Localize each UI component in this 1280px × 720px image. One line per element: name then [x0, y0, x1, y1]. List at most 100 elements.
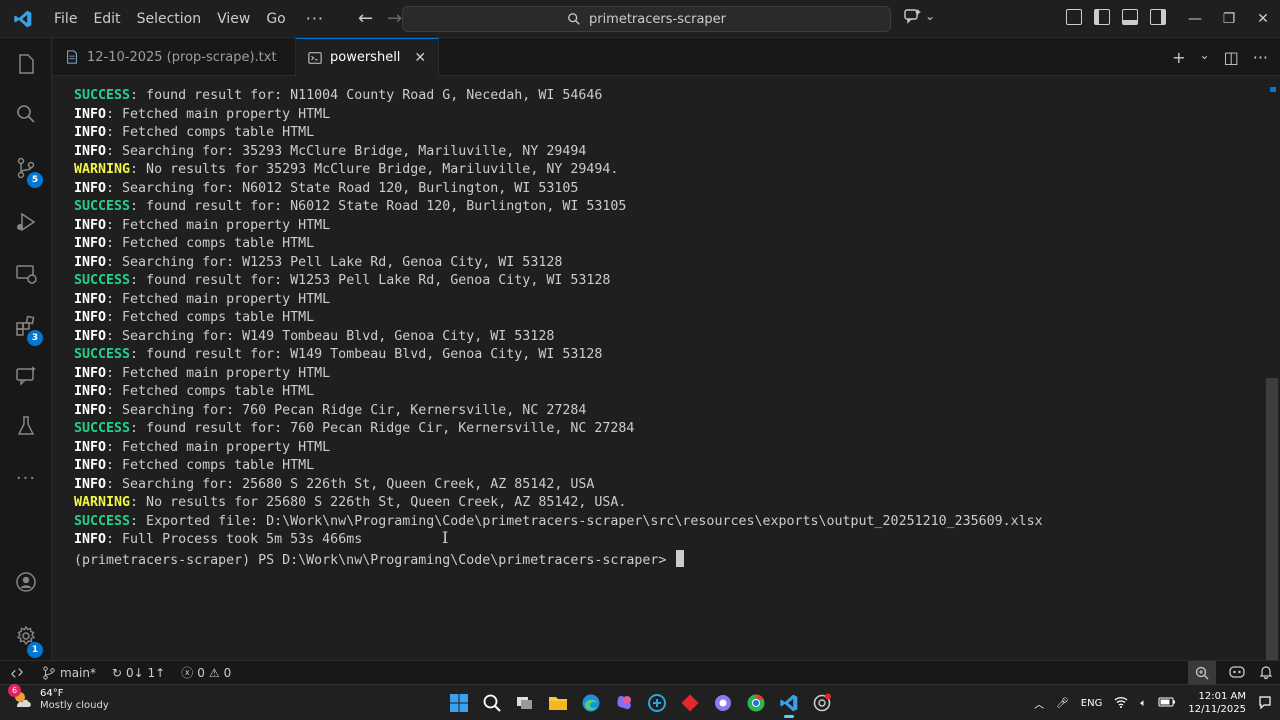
notification-center-icon[interactable] — [1258, 695, 1272, 712]
terminal-line: INFO: Fetched main property HTML — [74, 291, 1265, 310]
weather-temp: 64°F — [40, 688, 64, 699]
zoom-icon[interactable] — [1188, 661, 1216, 685]
chat-icon[interactable] — [0, 352, 52, 400]
log-message: : Fetched main property HTML — [106, 217, 331, 233]
chevron-down-icon: ⌄ — [925, 9, 936, 23]
log-level: INFO — [74, 476, 107, 492]
restore-button[interactable]: ❐ — [1212, 0, 1246, 38]
toggle-secondary-sidebar-icon[interactable] — [1150, 9, 1166, 25]
task-view-icon[interactable] — [513, 689, 537, 717]
customize-layout-icon[interactable] — [1066, 9, 1082, 25]
notifications-bell-icon[interactable] — [1258, 664, 1274, 683]
close-tab-icon[interactable]: ✕ — [414, 50, 426, 66]
vscode-app-icon[interactable] — [777, 689, 801, 718]
tab-powershell[interactable]: powershell ✕ — [296, 38, 440, 76]
copilot-app-icon[interactable] — [612, 689, 636, 717]
command-center-search[interactable]: primetracers-scraper — [402, 6, 891, 32]
edge-browser-icon[interactable] — [579, 689, 603, 717]
postman-app-icon[interactable] — [711, 689, 735, 717]
log-message: : No results for 25680 S 226th St, Queen… — [130, 495, 627, 510]
log-message: : Full Process took 5m 53s 466ms — [106, 532, 363, 547]
terminal-line: INFO: Searching for: 35293 McClure Bridg… — [74, 143, 1265, 162]
minimize-button[interactable]: — — [1178, 0, 1212, 38]
start-button[interactable] — [447, 689, 471, 717]
log-message: : found result for: N6012 State Road 120… — [130, 199, 627, 214]
terminal-icon — [308, 51, 322, 64]
language-indicator[interactable]: ENG — [1081, 698, 1103, 709]
more-actions-icon[interactable]: ··· — [1253, 48, 1268, 67]
microphone-icon[interactable]: 🎤︎ — [1056, 698, 1069, 709]
chrome-browser-icon[interactable] — [744, 689, 768, 717]
extensions-icon[interactable]: 3 — [0, 302, 52, 350]
mouse-text-cursor-icon: I — [442, 528, 449, 547]
more-views-icon[interactable]: ··· — [0, 454, 52, 502]
branch-indicator[interactable]: main* — [34, 661, 104, 685]
warning-count: 0 — [223, 665, 232, 680]
terminal-prompt-line[interactable]: (primetracers-scraper) PS D:\Work\nw\Pro… — [74, 549, 1265, 569]
search-view-icon[interactable] — [0, 90, 52, 138]
back-arrow-icon[interactable]: ← — [358, 8, 373, 29]
toggle-primary-sidebar-icon[interactable] — [1094, 9, 1110, 25]
source-control-badge: 5 — [27, 172, 43, 188]
menu-go[interactable]: Go — [258, 0, 293, 38]
terminal-line: INFO: Fetched main property HTML — [74, 439, 1265, 458]
chevron-down-icon[interactable]: ⌄ — [1200, 48, 1210, 67]
terminal-line: SUCCESS: found result for: W149 Tombeau … — [74, 346, 1265, 365]
toggle-panel-icon[interactable] — [1122, 9, 1138, 25]
terminal-line: SUCCESS: Exported file: D:\Work\nw\Progr… — [74, 513, 1265, 532]
new-terminal-icon[interactable]: + — [1172, 48, 1185, 67]
git-app-icon[interactable] — [678, 689, 702, 717]
terminal-line: INFO: Searching for: 25680 S 226th St, Q… — [74, 476, 1265, 495]
volume-icon[interactable]: 🔈︎ — [1140, 698, 1146, 709]
menu-file[interactable]: File — [46, 0, 85, 38]
log-level: INFO — [74, 402, 107, 418]
forward-arrow-icon[interactable]: → — [387, 8, 402, 29]
terminal-output[interactable]: SUCCESS: found result for: N11004 County… — [53, 77, 1265, 660]
split-editor-icon[interactable]: ◫ — [1224, 48, 1239, 67]
explorer-icon[interactable] — [0, 40, 52, 88]
terminal-line: WARNING: No results for 35293 McClure Br… — [74, 161, 1265, 180]
log-message: : Fetched comps table HTML — [106, 236, 315, 251]
status-bar: main* ↻ 0↓ 1↑ ⓧ 0 ⚠ 0 — [0, 660, 1280, 685]
clock[interactable]: 12:01 AM 12/11/2025 — [1188, 690, 1246, 716]
source-control-icon[interactable]: 5 — [0, 144, 52, 192]
copilot-chat-button[interactable]: ⌄ — [903, 8, 935, 24]
show-hidden-icons-chevron-icon[interactable]: ︿ — [1034, 696, 1044, 711]
menu-more-icon[interactable]: ··· — [294, 9, 336, 28]
battery-icon[interactable] — [1158, 696, 1176, 711]
run-debug-icon[interactable] — [0, 198, 52, 246]
terminal-scrollbar[interactable] — [1266, 378, 1278, 660]
remote-indicator[interactable] — [0, 661, 34, 685]
terminal-line: SUCCESS: found result for: 760 Pecan Rid… — [74, 420, 1265, 439]
close-window-button[interactable]: ✕ — [1246, 0, 1280, 38]
weather-widget[interactable]: 6 64°F Mostly cloudy — [8, 683, 109, 711]
chrome-notification-icon[interactable] — [810, 689, 834, 717]
wifi-icon[interactable] — [1114, 696, 1128, 711]
log-level: SUCCESS — [74, 513, 131, 529]
accounts-icon[interactable] — [0, 558, 52, 606]
terminal-line: INFO: Fetched comps table HTML — [74, 383, 1265, 402]
log-message: : Fetched main property HTML — [106, 106, 331, 122]
python-app-icon[interactable] — [645, 689, 669, 717]
terminal-line: INFO: Fetched comps table HTML — [74, 124, 1265, 143]
terminal-line: WARNING: No results for 25680 S 226th St… — [74, 494, 1265, 513]
copilot-status-icon[interactable] — [1228, 664, 1246, 683]
file-explorer-icon[interactable] — [546, 689, 570, 717]
problems-indicator[interactable]: ⓧ 0 ⚠ 0 — [173, 661, 239, 685]
tab-prop-scrape-txt[interactable]: 12-10-2025 (prop-scrape).txt — [53, 38, 296, 76]
log-message: : Fetched comps table HTML — [106, 384, 315, 399]
warning-icon: ⚠ — [208, 665, 220, 680]
menu-view[interactable]: View — [209, 0, 258, 38]
taskbar-search-icon[interactable] — [480, 689, 504, 717]
sync-indicator[interactable]: ↻ 0↓ 1↑ — [104, 661, 173, 685]
log-message: : No results for 35293 McClure Bridge, M… — [130, 162, 619, 177]
manage-gear-icon[interactable]: 1 — [0, 612, 52, 660]
remote-explorer-icon[interactable] — [0, 250, 52, 298]
testing-icon[interactable] — [0, 402, 52, 450]
weather-desc: Mostly cloudy — [40, 700, 109, 711]
menu-selection[interactable]: Selection — [129, 0, 210, 38]
log-message: : Fetched comps table HTML — [106, 310, 315, 325]
log-message: : Fetched main property HTML — [106, 439, 331, 455]
error-icon: ⓧ — [181, 666, 194, 680]
menu-edit[interactable]: Edit — [85, 0, 128, 38]
